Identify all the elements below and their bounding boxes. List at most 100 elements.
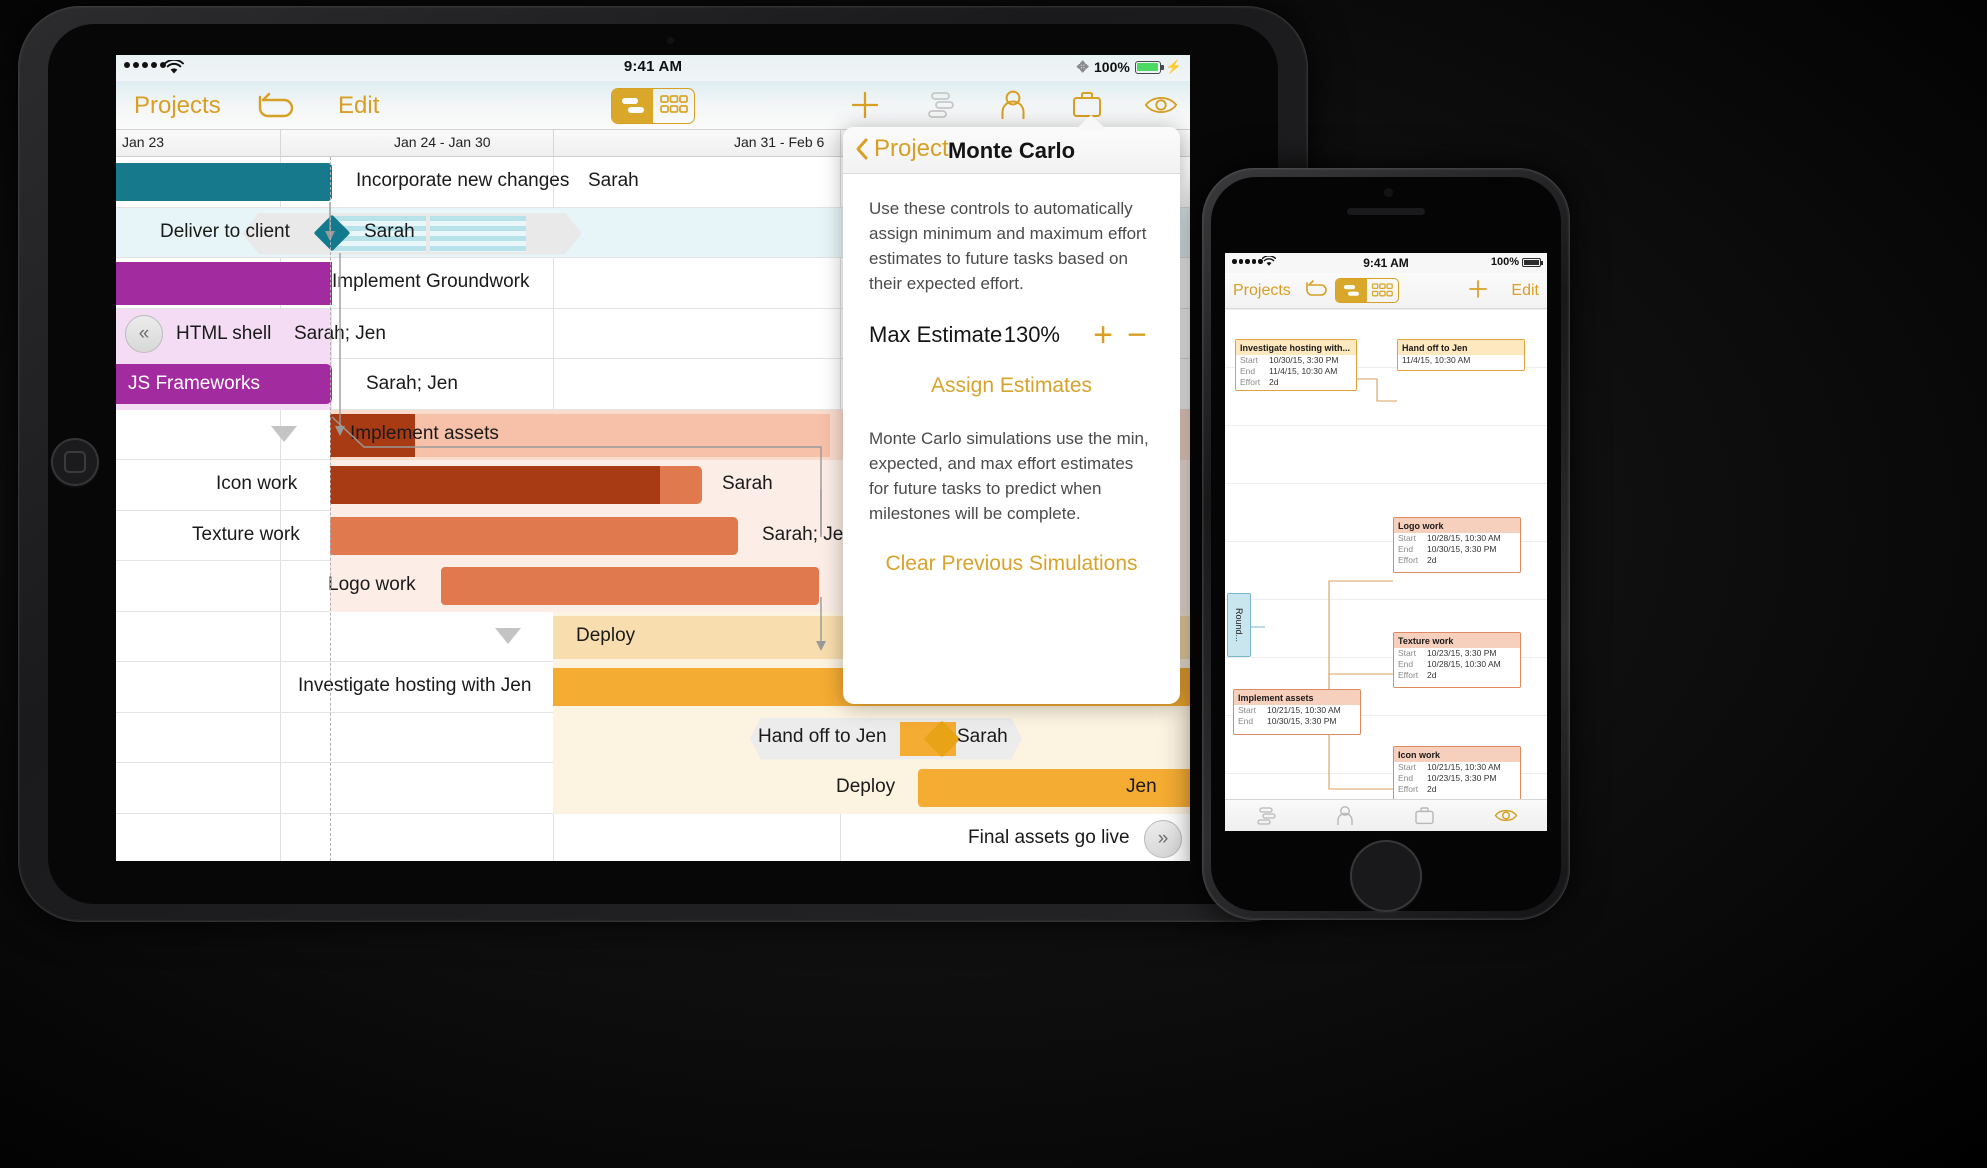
gantt-chart-icon[interactable] <box>922 86 956 124</box>
note-field-value: 2d <box>1269 377 1279 387</box>
note-field-value: 10/28/15, 10:30 AM <box>1427 659 1501 669</box>
network-view-icon[interactable] <box>653 89 694 123</box>
note-title: Investigate hosting with... <box>1236 340 1356 355</box>
double-chevron-right-icon[interactable]: » <box>1144 819 1182 858</box>
note-field-key: Effort <box>1398 555 1419 565</box>
note-field: Start 10/23/15, 3:30 PM <box>1394 648 1520 659</box>
eye-icon[interactable] <box>1494 807 1518 824</box>
briefcase-icon[interactable] <box>1414 806 1435 826</box>
gantt-chart-icon[interactable] <box>1254 806 1277 826</box>
iphone-home-button[interactable] <box>1350 840 1422 912</box>
task-label: Deploy <box>836 776 896 797</box>
task-label: Icon work <box>216 473 298 494</box>
note-field: Start 10/28/15, 10:30 AM <box>1394 533 1520 544</box>
gantt-group-bar[interactable] <box>116 262 332 305</box>
list-item[interactable]: Logo work Start 10/28/15, 10:30 AM End 10/… <box>1393 517 1521 573</box>
note-title: Icon work <box>1394 747 1520 762</box>
list-item[interactable]: Hand off to Jen 11/4/15, 10:30 AM <box>1397 339 1525 371</box>
ipad-screen: 9:41 AM ✥ 100% ⚡ Projects Edit Jan 23 Ja… <box>116 55 1190 861</box>
note-field-value: 10/23/15, 3:30 PM <box>1427 648 1497 658</box>
note-field-value: 10/30/15, 3:30 PM <box>1269 355 1339 365</box>
collapse-triangle-icon[interactable] <box>495 627 521 644</box>
edit-button[interactable]: Edit <box>338 92 379 120</box>
edit-button[interactable]: Edit <box>1511 282 1539 300</box>
task-label: Final assets go live <box>968 826 1130 848</box>
iphone-network-canvas[interactable]: Investigate hosting with... Start 10/30/1… <box>1225 309 1547 799</box>
note-field: End 10/30/15, 3:30 PM <box>1234 716 1360 727</box>
popover-note: Monte Carlo simulations use the min, exp… <box>869 429 1149 523</box>
plus-icon[interactable] <box>848 86 882 124</box>
note-field-key: End <box>1398 773 1414 783</box>
note-field-value: 11/4/15, 10:30 AM <box>1269 366 1338 376</box>
clear-previous-simulations-button[interactable]: Clear Previous Simulations <box>869 552 1154 576</box>
note-field-key: End <box>1398 544 1414 554</box>
popover-arrow <box>1076 115 1106 129</box>
note-field-key: Effort <box>1398 670 1419 680</box>
popover-description: Use these controls to automatically assi… <box>869 199 1147 293</box>
outline-view-icon[interactable] <box>612 89 653 123</box>
iphone-tab-bar[interactable] <box>1225 799 1547 831</box>
monte-carlo-popover[interactable]: Project Monte Carlo Use these controls t… <box>843 127 1180 704</box>
task-assignee: Jen <box>1126 776 1157 797</box>
list-item[interactable]: Investigate hosting with... Start 10/30/1… <box>1235 339 1357 391</box>
note-field: End 10/23/15, 3:30 PM <box>1394 773 1520 784</box>
iphone-nav-bar: Projects Edit <box>1225 273 1547 309</box>
network-view-icon[interactable] <box>1367 279 1398 302</box>
list-item[interactable]: Implement assets Start 10/21/15, 10:30 AM… <box>1233 689 1361 735</box>
note-field: End 10/28/15, 10:30 AM <box>1394 659 1520 670</box>
person-icon[interactable] <box>1335 805 1355 826</box>
note-field-key: End <box>1240 366 1256 376</box>
plus-icon[interactable] <box>1467 278 1489 300</box>
person-icon[interactable] <box>996 86 1030 124</box>
note-title: Hand off to Jen <box>1398 340 1524 355</box>
ipad-home-button[interactable] <box>51 438 99 486</box>
ipad-toolbar-icons <box>848 86 1178 124</box>
gantt-bar[interactable] <box>441 567 819 605</box>
popover-title: Monte Carlo <box>947 138 1076 163</box>
note-field-value: 10/30/15, 3:30 PM <box>1267 716 1337 726</box>
undo-arrow-icon[interactable] <box>254 89 300 123</box>
task-label: HTML shell <box>176 322 272 344</box>
outline-view-icon[interactable] <box>1336 279 1367 302</box>
ipad-front-camera <box>666 36 675 45</box>
note-title: Round... <box>1234 607 1244 643</box>
task-assignee: Sarah <box>588 170 639 191</box>
undo-arrow-icon[interactable] <box>1303 278 1329 298</box>
lightning-bolt-icon: ⚡ <box>1165 59 1182 74</box>
note-field: End 10/30/15, 3:30 PM <box>1394 544 1520 555</box>
minus-icon[interactable]: − <box>1120 318 1154 352</box>
list-item[interactable]: Icon work Start 10/21/15, 10:30 AM End 10/… <box>1393 746 1521 799</box>
assign-estimates-button[interactable]: Assign Estimates <box>869 374 1154 398</box>
max-estimate-value: 130% <box>1003 322 1060 347</box>
double-chevron-left-icon[interactable]: « <box>125 314 163 353</box>
note-field-key: Start <box>1398 648 1416 658</box>
gantt-bar[interactable] <box>116 163 332 201</box>
eye-icon[interactable] <box>1144 86 1178 124</box>
note-field: Start 10/30/15, 3:30 PM <box>1236 355 1356 366</box>
gantt-bar[interactable] <box>330 516 738 555</box>
table-row[interactable]: Hand off to Jen Sarah <box>116 712 1190 764</box>
gantt-progress-fill <box>330 466 660 504</box>
view-mode-segmented-control[interactable] <box>611 88 695 124</box>
popover-body: Use these controls to automatically assi… <box>843 174 1180 576</box>
note-field-value: 2d <box>1427 670 1437 680</box>
today-marker-line <box>330 157 331 861</box>
note-field-value: 10/28/15, 10:30 AM <box>1427 533 1501 543</box>
note-field-value: 10/21/15, 10:30 AM <box>1267 705 1341 715</box>
projects-button[interactable]: Projects <box>1233 282 1291 300</box>
projects-button[interactable]: Projects <box>134 92 221 120</box>
list-item[interactable]: Texture work Start 10/23/15, 3:30 PM End 1… <box>1393 632 1521 688</box>
status-right-cluster: 100% <box>1490 256 1543 268</box>
note-field-key: End <box>1398 659 1414 669</box>
table-row[interactable]: Final assets go live » <box>116 814 1190 862</box>
timeline-header-cell: Jan 31 - Feb 6 <box>734 134 825 150</box>
battery-percent-label: 100% <box>1490 256 1519 268</box>
scene: 9:41 AM ✥ 100% ⚡ Projects Edit Jan 23 Ja… <box>0 0 1987 1168</box>
iphone-earpiece <box>1347 208 1425 215</box>
collapse-triangle-icon[interactable] <box>271 425 297 442</box>
plus-icon[interactable]: + <box>1086 318 1120 352</box>
list-item[interactable]: Round... <box>1227 593 1251 657</box>
gantt-bar-striped[interactable] <box>430 215 526 252</box>
view-mode-segmented-control[interactable] <box>1335 278 1399 303</box>
table-row[interactable]: Deploy Jen <box>116 763 1190 814</box>
